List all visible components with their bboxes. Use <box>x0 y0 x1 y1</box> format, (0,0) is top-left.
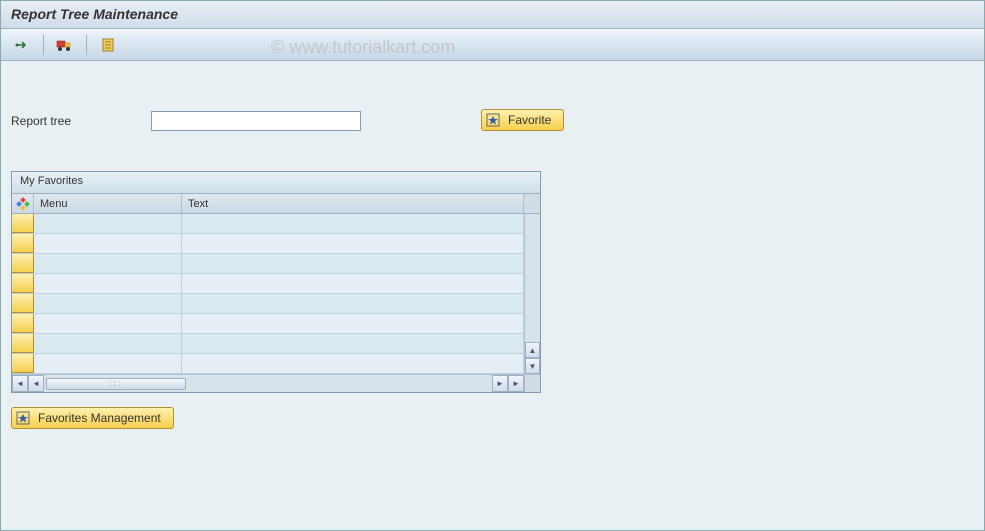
column-header-scroll <box>524 194 540 213</box>
scroll-right-button[interactable]: ► <box>508 375 524 392</box>
table-row <box>12 334 524 354</box>
cell-text[interactable] <box>182 314 524 333</box>
transport-icon-button[interactable] <box>52 33 78 57</box>
grid-rows <box>12 214 524 374</box>
row-selector[interactable] <box>12 234 34 253</box>
select-all-icon[interactable] <box>12 194 34 213</box>
cell-menu[interactable] <box>34 314 182 333</box>
scroll-up-button[interactable]: ▲ <box>525 342 540 358</box>
table-row <box>12 274 524 294</box>
cell-text[interactable] <box>182 274 524 293</box>
cell-menu[interactable] <box>34 234 182 253</box>
column-header-text[interactable]: Text <box>182 194 524 213</box>
row-selector[interactable] <box>12 354 34 373</box>
favorites-management-button[interactable]: Favorites Management <box>11 407 174 429</box>
main-content: Report tree Favorite My Favorites <box>1 61 984 439</box>
favorites-grid: Menu Text <box>12 194 540 392</box>
title-bar: Report Tree Maintenance <box>1 1 984 29</box>
scroll-down-button[interactable]: ▼ <box>525 358 540 374</box>
favorites-management-icon <box>16 411 30 425</box>
cell-menu[interactable] <box>34 294 182 313</box>
toolbar-separator <box>86 35 87 55</box>
table-row <box>12 294 524 314</box>
scroll-right-page-button[interactable]: ► <box>492 375 508 392</box>
grid-body: ▲ ▼ <box>12 214 540 374</box>
display-icon-button[interactable] <box>95 33 121 57</box>
grid-header: Menu Text <box>12 194 540 214</box>
toolbar-separator <box>43 35 44 55</box>
row-selector[interactable] <box>12 254 34 273</box>
table-row <box>12 254 524 274</box>
favorite-button[interactable]: Favorite <box>481 109 564 131</box>
cell-menu[interactable] <box>34 214 182 233</box>
cell-text[interactable] <box>182 234 524 253</box>
cell-menu[interactable] <box>34 254 182 273</box>
report-tree-label: Report tree <box>11 114 141 128</box>
h-scroll-track[interactable]: ::: <box>44 375 492 392</box>
row-selector[interactable] <box>12 334 34 353</box>
table-row <box>12 354 524 374</box>
column-header-menu[interactable]: Menu <box>34 194 182 213</box>
favorites-panel: My Favorites Menu Text <box>11 171 541 393</box>
scroll-corner <box>524 375 540 392</box>
row-selector[interactable] <box>12 314 34 333</box>
cell-text[interactable] <box>182 254 524 273</box>
cell-text[interactable] <box>182 214 524 233</box>
favorites-panel-header: My Favorites <box>12 172 540 194</box>
table-row <box>12 214 524 234</box>
favorites-management-label: Favorites Management <box>38 411 161 425</box>
table-row <box>12 314 524 334</box>
truck-icon <box>56 38 74 52</box>
cell-menu[interactable] <box>34 354 182 373</box>
scroll-left-page-button[interactable]: ◄ <box>28 375 44 392</box>
cell-menu[interactable] <box>34 274 182 293</box>
horizontal-scrollbar: ◄ ◄ ::: ► ► <box>12 374 540 392</box>
v-scroll-track[interactable] <box>525 214 540 342</box>
favorite-button-label: Favorite <box>508 113 551 127</box>
scroll-left-button[interactable]: ◄ <box>12 375 28 392</box>
vertical-scrollbar: ▲ ▼ <box>524 214 540 374</box>
cell-text[interactable] <box>182 334 524 353</box>
h-scroll-thumb[interactable]: ::: <box>46 378 186 390</box>
cell-text[interactable] <box>182 354 524 373</box>
cell-text[interactable] <box>182 294 524 313</box>
execute-icon-button[interactable] <box>9 33 35 57</box>
application-toolbar <box>1 29 984 61</box>
row-selector[interactable] <box>12 214 34 233</box>
document-icon <box>101 38 115 52</box>
arrow-right-icon <box>14 37 30 53</box>
window-title: Report Tree Maintenance <box>11 6 178 22</box>
row-selector[interactable] <box>12 274 34 293</box>
row-selector[interactable] <box>12 294 34 313</box>
favorite-icon <box>486 113 500 127</box>
table-row <box>12 234 524 254</box>
cell-menu[interactable] <box>34 334 182 353</box>
report-tree-input[interactable] <box>151 111 361 131</box>
